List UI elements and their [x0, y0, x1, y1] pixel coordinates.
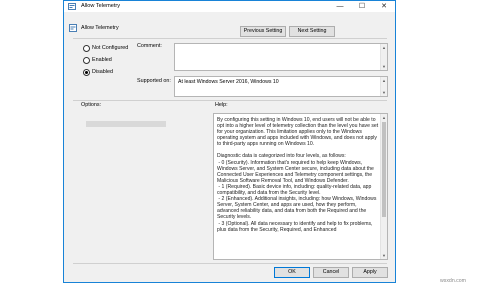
scroll-down-arrow-icon[interactable]: ▼ — [381, 89, 387, 96]
window-title: Allow Telemetry — [81, 3, 121, 9]
minimize-button[interactable]: — — [332, 1, 348, 12]
policy-name: Allow Telemetry — [81, 25, 119, 31]
scroll-up-arrow-icon[interactable]: ▲ — [381, 44, 387, 51]
supported-on-label: Supported on: — [137, 78, 171, 84]
help-paragraph: By configuring this setting in Windows 1… — [217, 117, 379, 148]
cancel-button[interactable]: Cancel — [313, 267, 349, 278]
supported-on-value: At least Windows Server 2016, Windows 10 — [178, 79, 279, 85]
scroll-up-arrow-icon[interactable]: ▲ — [381, 114, 387, 121]
policy-settings-icon — [68, 3, 76, 10]
ok-button[interactable]: OK — [274, 267, 310, 278]
radio-label: Not Configured — [92, 45, 129, 51]
close-button[interactable]: ✕ — [376, 1, 392, 12]
previous-setting-button[interactable]: Previous Setting — [240, 26, 286, 37]
comment-scrollbar[interactable]: ▲ ▼ — [380, 44, 387, 70]
scroll-down-arrow-icon[interactable]: ▼ — [381, 252, 387, 259]
comment-textarea[interactable]: ▲ ▼ — [174, 43, 388, 71]
comment-label: Comment: — [137, 43, 162, 49]
help-text-box[interactable]: By configuring this setting in Windows 1… — [213, 113, 388, 260]
footer-divider — [73, 263, 387, 264]
section-divider — [73, 100, 387, 101]
radio-label: Disabled — [92, 69, 113, 75]
supported-scrollbar[interactable]: ▲ ▼ — [380, 77, 387, 96]
help-scrollbar[interactable]: ▲ ▼ — [380, 114, 387, 259]
next-setting-button[interactable]: Next Setting — [289, 26, 335, 37]
radio-label: Enabled — [92, 57, 112, 63]
header-divider — [73, 38, 387, 39]
supported-on-box: At least Windows Server 2016, Windows 10… — [174, 76, 388, 97]
apply-button[interactable]: Apply — [352, 267, 388, 278]
policy-dialog-window: Allow Telemetry — ☐ ✕ Allow Telemetry Pr… — [63, 0, 396, 283]
radio-button-selected[interactable] — [83, 69, 90, 76]
watermark: wsxdn.com — [440, 278, 466, 284]
maximize-button[interactable]: ☐ — [354, 1, 370, 12]
help-label: Help: — [215, 102, 228, 108]
radio-button[interactable] — [83, 57, 90, 64]
policy-settings-icon — [69, 24, 77, 32]
options-label: Options: — [81, 102, 102, 108]
scroll-up-arrow-icon[interactable]: ▲ — [381, 77, 387, 84]
help-text-content: By configuring this setting in Windows 1… — [217, 117, 379, 258]
title-bar[interactable]: Allow Telemetry — ☐ ✕ — [64, 1, 395, 12]
options-placeholder-bar — [86, 121, 166, 127]
radio-button[interactable] — [83, 45, 90, 52]
help-paragraph: Diagnostic data is categorized into four… — [217, 153, 377, 233]
scroll-down-arrow-icon[interactable]: ▼ — [381, 63, 387, 70]
scrollbar-thumb[interactable] — [382, 122, 386, 217]
